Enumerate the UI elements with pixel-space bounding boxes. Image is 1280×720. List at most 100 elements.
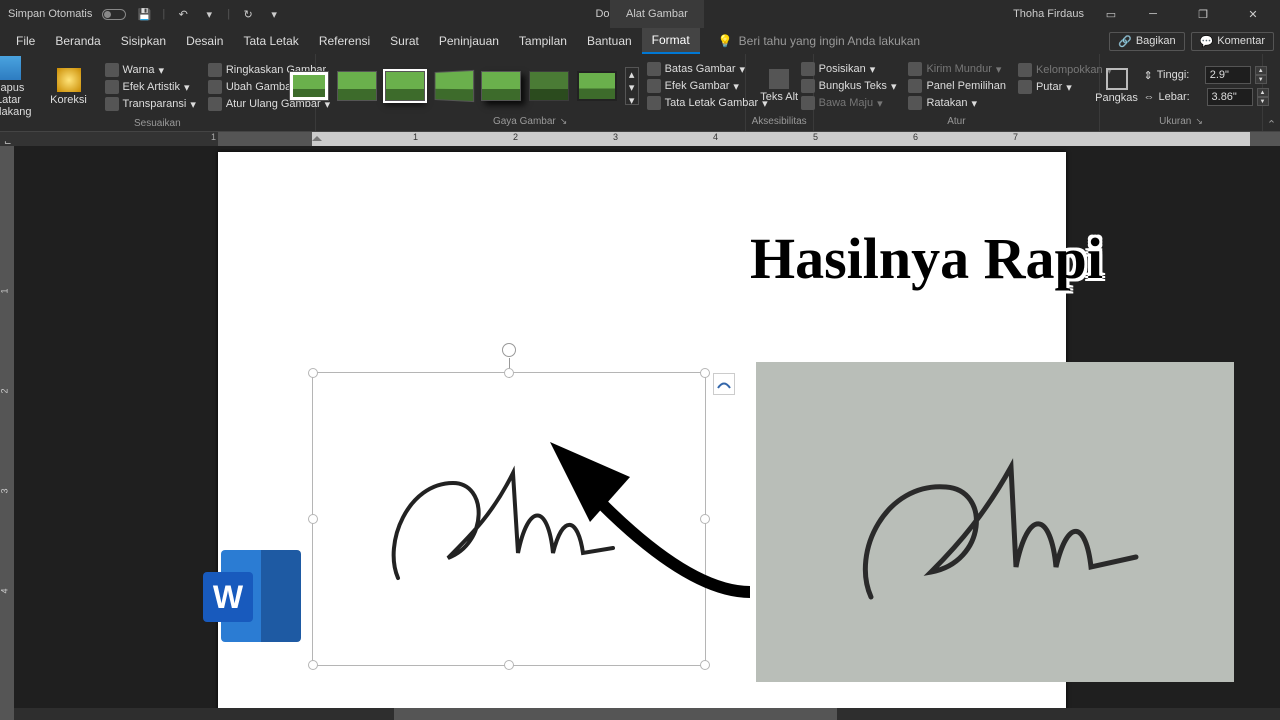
selection-pane-button[interactable]: Panel Pemilihan <box>904 78 1010 94</box>
undo-icon[interactable]: ↶ <box>175 6 191 22</box>
resize-handle-s[interactable] <box>504 660 514 670</box>
comments-button[interactable]: 💬Komentar <box>1191 32 1274 51</box>
signature-on-paper <box>756 362 1234 682</box>
rotate-icon <box>1018 80 1032 94</box>
tab-mailings[interactable]: Surat <box>380 28 429 54</box>
chevron-down-icon: ▾ <box>159 64 165 77</box>
transparency-button[interactable]: Transparansi▾ <box>101 96 200 112</box>
position-button[interactable]: Posisikan▾ <box>797 61 901 77</box>
share-button[interactable]: 🔗Bagikan <box>1109 32 1184 51</box>
ribbon-display-icon[interactable]: ▭ <box>1096 6 1126 22</box>
ruler-mark: 3 <box>613 132 618 142</box>
wrap-label: Bungkus Teks <box>819 80 887 92</box>
send-back-label: Bawa Maju <box>819 97 873 109</box>
tab-view[interactable]: Tampilan <box>509 28 577 54</box>
remove-background-button[interactable]: Hapus Latar Belakang <box>0 56 37 118</box>
style-thumb-7[interactable] <box>577 71 617 101</box>
tab-design[interactable]: Desain <box>176 28 233 54</box>
ruler-mark: 6 <box>913 132 918 142</box>
tab-review[interactable]: Peninjauan <box>429 28 509 54</box>
gallery-more-button[interactable]: ▴▾▾ <box>625 67 639 105</box>
comments-label: Komentar <box>1217 35 1265 47</box>
align-button[interactable]: Ratakan▾ <box>904 95 1010 111</box>
style-gallery[interactable]: ▴▾▾ <box>289 67 639 105</box>
tab-references[interactable]: Referensi <box>309 28 380 54</box>
scroll-thumb[interactable] <box>394 708 837 720</box>
crop-icon <box>1106 68 1128 90</box>
chevron-down-icon: ▾ <box>1066 81 1072 94</box>
dialog-launcher-icon[interactable]: ↘ <box>1195 116 1203 127</box>
color-button[interactable]: Warna▾ <box>101 62 200 78</box>
tab-format[interactable]: Format <box>642 28 700 54</box>
indent-marker-icon[interactable] <box>312 131 322 141</box>
collapse-ribbon-button[interactable]: ⌃ <box>1263 54 1280 131</box>
customize-qat-icon[interactable]: ▾ <box>266 6 282 22</box>
tab-file[interactable]: File <box>6 28 45 54</box>
bring-fwd-icon <box>801 96 815 110</box>
group-acc-label: Aksesibilitas <box>752 116 807 129</box>
height-spinner[interactable]: ⇕ Tinggi: 2.9" ▲▼ <box>1144 66 1269 84</box>
rotation-handle-icon[interactable] <box>502 343 516 357</box>
minimize-button[interactable]: ─ <box>1130 0 1176 28</box>
ruler-mark: 5 <box>813 132 818 142</box>
resize-handle-sw[interactable] <box>308 660 318 670</box>
style-thumb-6[interactable] <box>529 71 569 101</box>
remove-bg-icon <box>0 56 21 80</box>
overlay-photo <box>756 362 1234 682</box>
tab-home[interactable]: Beranda <box>45 28 110 54</box>
width-spinner[interactable]: ⇔ Lebar: 3.86" ▲▼ <box>1144 88 1269 106</box>
tab-insert[interactable]: Sisipkan <box>111 28 176 54</box>
send-backward-button[interactable]: Kirim Mundur▾ <box>904 61 1010 77</box>
user-name[interactable]: Thoha Firdaus <box>1013 8 1084 20</box>
vertical-ruler[interactable]: 1 2 3 4 <box>0 146 14 720</box>
maximize-button[interactable]: ❐ <box>1180 0 1226 28</box>
wrap-icon <box>801 79 815 93</box>
style-thumb-3[interactable] <box>385 71 425 101</box>
alt-text-button[interactable]: Teks Alt <box>756 69 802 103</box>
chevron-down-icon: ▾ <box>870 63 876 76</box>
autosave-toggle[interactable] <box>102 9 126 20</box>
width-value[interactable]: 3.86" <box>1207 88 1253 106</box>
ruler-mark: 2 <box>513 132 518 142</box>
dialog-launcher-icon[interactable]: ↘ <box>560 116 568 127</box>
resize-handle-nw[interactable] <box>308 368 318 378</box>
corrections-button[interactable]: Koreksi <box>41 68 97 106</box>
corrections-label: Koreksi <box>50 94 87 106</box>
repeat-icon[interactable]: ↻ <box>240 6 256 22</box>
resize-handle-se[interactable] <box>700 660 710 670</box>
rotate-label: Putar <box>1036 81 1062 93</box>
resize-handle-ne[interactable] <box>700 368 710 378</box>
ruler-mark: 4 <box>713 132 718 142</box>
position-icon <box>801 62 815 76</box>
resize-handle-n[interactable] <box>504 368 514 378</box>
tab-help[interactable]: Bantuan <box>577 28 642 54</box>
style-thumb-4[interactable] <box>434 70 474 102</box>
close-button[interactable]: ✕ <box>1230 0 1276 28</box>
artistic-effects-button[interactable]: Efek Artistik▾ <box>101 79 200 95</box>
color-icon <box>105 63 119 77</box>
group-arrange: Posisikan▾ Bungkus Teks▾ Bawa Maju▾ Kiri… <box>814 54 1100 131</box>
style-thumb-5[interactable] <box>481 71 521 101</box>
tell-me-search[interactable]: 💡 Beri tahu yang ingin Anda lakukan <box>718 34 920 48</box>
resize-handle-w[interactable] <box>308 514 318 524</box>
bring-fwd-label: Kirim Mundur <box>926 63 991 75</box>
layout-options-button[interactable] <box>713 373 735 395</box>
save-icon[interactable]: 💾 <box>136 6 152 22</box>
horizontal-scrollbar[interactable] <box>14 708 1280 720</box>
style-thumb-1[interactable] <box>289 71 329 101</box>
word-logo-icon: W <box>221 550 301 642</box>
group-size: Pangkas ⇕ Tinggi: 2.9" ▲▼ ⇔ Lebar: 3.86"… <box>1100 54 1263 131</box>
qat-sep: | <box>162 8 165 20</box>
style-thumb-2[interactable] <box>337 71 377 101</box>
ribbon: Hapus Latar Belakang Koreksi Warna▾ Efek… <box>0 54 1280 132</box>
tab-layout[interactable]: Tata Letak <box>233 28 308 54</box>
horizontal-ruler[interactable]: ⌙ 1 1 2 3 4 5 6 7 <box>0 132 1280 146</box>
bring-forward-button[interactable]: Bawa Maju▾ <box>797 95 901 111</box>
piclayout-icon <box>647 96 661 110</box>
redo-icon[interactable]: ▾ <box>201 6 217 22</box>
wrap-text-button[interactable]: Bungkus Teks▾ <box>797 78 901 94</box>
contextual-tab-picturetools: Alat Gambar <box>610 0 704 28</box>
height-value[interactable]: 2.9" <box>1205 66 1251 84</box>
crop-button[interactable]: Pangkas <box>1094 68 1140 104</box>
chevron-down-icon: ▾ <box>740 63 746 76</box>
